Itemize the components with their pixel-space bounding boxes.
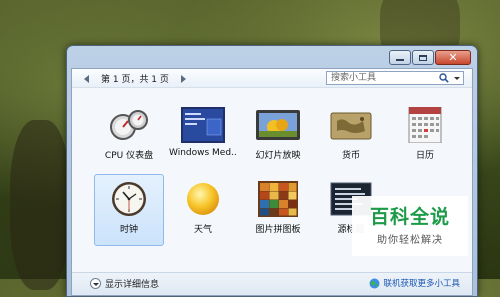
next-page-arrow-icon[interactable] (180, 74, 186, 83)
minimize-button[interactable] (389, 50, 411, 65)
gadget-weather[interactable]: 天气 (168, 174, 238, 246)
gadget-label: 货币 (341, 151, 360, 161)
gadget-clock[interactable]: 时钟 (94, 174, 164, 246)
close-icon: ✕ (448, 51, 458, 64)
maximize-icon (419, 54, 427, 61)
clock-icon (112, 182, 146, 216)
gadget-label: 图片拼图板 (255, 225, 301, 235)
watermark-overlay: 百科全说 助你轻松解决 (352, 196, 468, 256)
slideshow-icon (256, 110, 300, 140)
puzzle-icon (258, 181, 298, 217)
weather-icon (187, 183, 219, 215)
media-center-icon (181, 107, 225, 143)
gadget-label: Windows Med... (169, 148, 237, 158)
gadget-gallery-panel: 第 1 页，共 1 页 搜索小工具 CPU 仪表盘 Windows Med...… (71, 68, 473, 296)
wallpaper-tree-trunk (10, 120, 70, 290)
pager: 第 1 页，共 1 页 (84, 72, 186, 85)
gadget-slideshow[interactable]: 幻灯片放映 (243, 100, 313, 172)
close-button[interactable]: ✕ (435, 50, 471, 65)
gadget-currency[interactable]: 货币 (316, 100, 386, 172)
search-box[interactable] (326, 71, 464, 85)
gadget-label: 时钟 (119, 225, 138, 235)
globe-icon (369, 278, 380, 288)
chevron-down-icon (90, 278, 101, 289)
watermark-title: 百科全说 (369, 206, 450, 228)
gallery-toolbar: 第 1 页，共 1 页 (72, 69, 472, 88)
previous-page-arrow-icon[interactable] (84, 74, 89, 83)
search-dropdown-arrow-icon[interactable] (454, 77, 460, 80)
gadget-label: 幻灯片放映 (255, 151, 301, 161)
currency-icon (330, 112, 372, 140)
gadget-calendar[interactable]: 日历 (390, 100, 460, 172)
search-input[interactable] (327, 72, 435, 84)
caption-buttons: ✕ (389, 50, 471, 65)
gadget-label: 日历 (415, 151, 434, 161)
gadgets-window: ✕ 第 1 页，共 1 页 搜索小工具 CPU 仪表盘 Windows Med.… (66, 45, 478, 297)
gadget-picture-puzzle[interactable]: 图片拼图板 (243, 174, 313, 246)
watermark-subtitle: 助你轻松解决 (377, 235, 443, 246)
minimize-icon (396, 59, 404, 61)
gadget-cpu-meter[interactable]: CPU 仪表盘 (94, 100, 164, 172)
calendar-icon (408, 107, 442, 143)
search-icon[interactable] (439, 73, 449, 83)
cpu-meter-icon (110, 110, 148, 140)
gallery-footer: 显示详细信息 联机获取更多小工具 (72, 272, 472, 295)
maximize-button[interactable] (412, 50, 434, 65)
gadget-label: CPU 仪表盘 (104, 151, 154, 161)
gadget-label: 天气 (193, 225, 212, 235)
gadget-windows-media-center[interactable]: Windows Med... (168, 100, 238, 172)
pager-text: 第 1 页，共 1 页 (101, 75, 169, 85)
